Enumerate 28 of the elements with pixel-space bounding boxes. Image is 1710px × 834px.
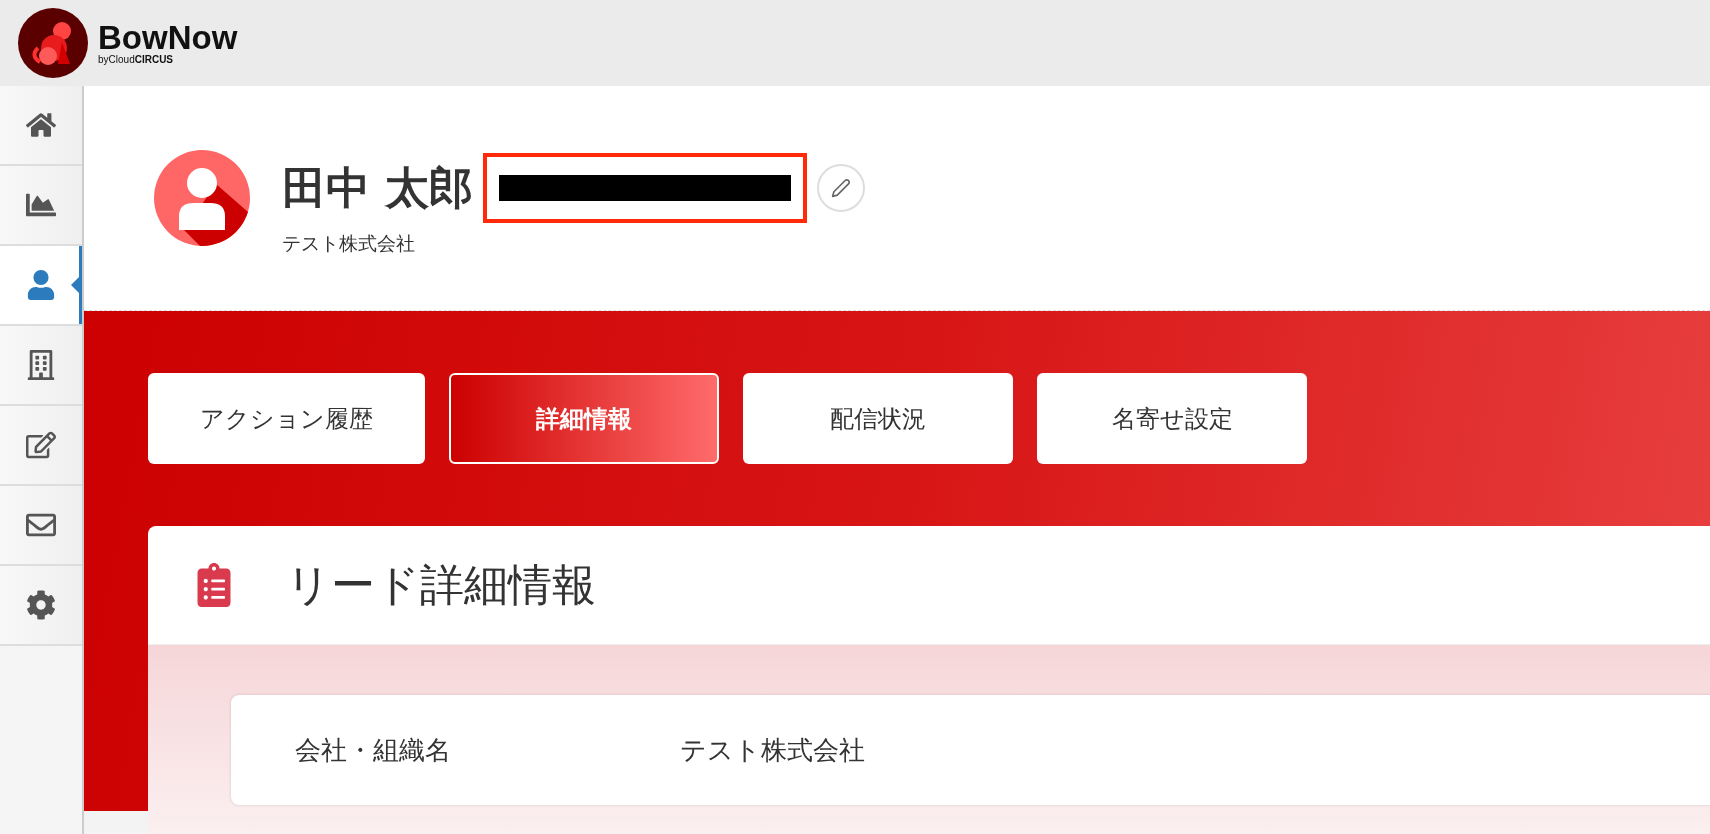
selection-pointer: [71, 274, 82, 296]
edit-icon: [26, 430, 56, 460]
tab[interactable]: 詳細情報: [449, 373, 719, 464]
person-icon: [26, 270, 56, 300]
logo-icon: [18, 8, 88, 78]
settings-icon: [26, 590, 56, 620]
lead-name: 田中 太郎: [282, 160, 474, 215]
brand-tagline: byCloudCIRCUS: [98, 54, 175, 65]
avatar-icon: [154, 150, 250, 246]
sidebar-item[interactable]: [0, 486, 82, 566]
edit-button[interactable]: [817, 164, 866, 212]
tab[interactable]: 名寄せ設定: [1037, 373, 1307, 464]
home-icon: [26, 110, 56, 140]
card-title: リード詳細情報: [286, 557, 596, 612]
building-icon: [26, 350, 56, 380]
company-name: テスト株式会社: [282, 231, 416, 256]
pencil-icon: [831, 178, 852, 198]
sidebar-item[interactable]: [0, 246, 82, 326]
tab[interactable]: アクション履歴: [148, 373, 425, 464]
sidebar-item[interactable]: [0, 406, 82, 486]
brand-name: BowNow: [98, 21, 238, 54]
sidebar-item[interactable]: [0, 86, 82, 166]
field-value: テスト株式会社: [680, 733, 865, 767]
field-label: 会社・組織名: [295, 733, 452, 767]
sidebar-item[interactable]: [0, 566, 82, 646]
tab[interactable]: 配信状況: [743, 373, 1013, 464]
sidebar-item[interactable]: [0, 326, 82, 406]
sidebar-item[interactable]: [0, 166, 82, 246]
